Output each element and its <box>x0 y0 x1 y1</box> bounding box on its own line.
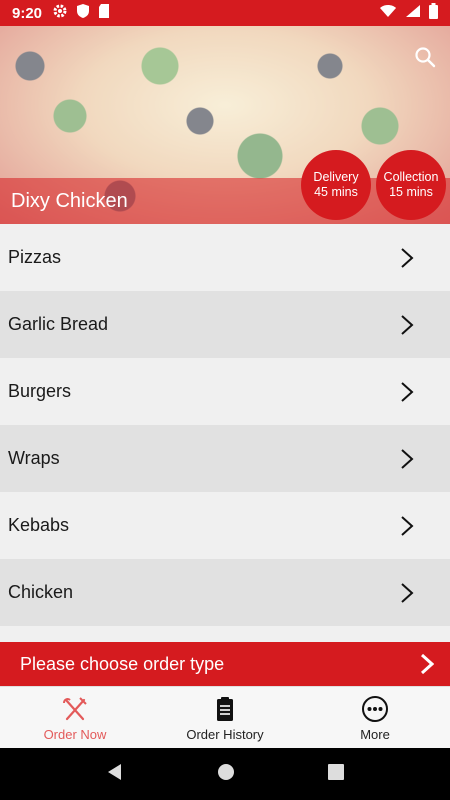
bottom-nav: Order Now Order History More <box>0 686 450 748</box>
delivery-badge[interactable]: Delivery 45 mins <box>301 150 371 220</box>
chevron-right-icon <box>401 247 414 268</box>
wifi-icon <box>379 4 397 22</box>
chevron-right-icon <box>401 582 414 603</box>
menu-item-pizzas[interactable]: Pizzas <box>0 224 450 291</box>
search-icon[interactable] <box>414 46 436 68</box>
back-icon[interactable] <box>106 763 124 786</box>
status-bar: 9:20 <box>0 0 450 26</box>
menu-item-label: Garlic Bread <box>8 314 109 334</box>
menu-item-chicken[interactable]: Chicken <box>0 559 450 626</box>
menu-item-kebabs[interactable]: Kebabs <box>0 492 450 559</box>
restaurant-name: Dixy Chicken <box>11 190 128 212</box>
shield-icon <box>76 3 90 23</box>
nav-label: Order Now <box>43 727 107 742</box>
nav-more[interactable]: More <box>300 687 450 748</box>
recents-icon[interactable] <box>327 763 344 785</box>
nav-order-history[interactable]: Order History <box>150 687 300 748</box>
menu-item-garlic-bread[interactable]: Garlic Bread <box>0 291 450 358</box>
delivery-time: 45 mins <box>314 185 358 199</box>
home-icon[interactable] <box>217 763 235 786</box>
battery-icon <box>429 3 438 23</box>
sd-card-icon <box>98 3 110 23</box>
nav-label: More <box>360 727 390 742</box>
chevron-right-icon <box>420 653 434 675</box>
nav-order-now[interactable]: Order Now <box>0 687 150 748</box>
chevron-right-icon <box>401 448 414 469</box>
chevron-right-icon <box>401 515 414 536</box>
menu-item-label: Wraps <box>8 448 60 468</box>
fork-knife-icon <box>63 697 87 721</box>
menu-item-label: Pizzas <box>8 247 62 267</box>
menu-item-partial <box>0 626 450 642</box>
chevron-right-icon <box>401 381 414 402</box>
menu-item-label: Kebabs <box>8 515 70 535</box>
collection-label: Collection <box>383 170 439 184</box>
nav-label: Order History <box>186 727 264 742</box>
settings-icon <box>52 3 68 23</box>
signal-icon <box>405 4 421 22</box>
chevron-right-icon <box>401 314 414 335</box>
choose-order-type-button[interactable]: Please choose order type <box>0 642 450 686</box>
more-dots-icon <box>362 696 388 722</box>
collection-time: 15 mins <box>389 185 433 199</box>
order-type-label: Please choose order type <box>20 653 225 674</box>
menu-item-label: Chicken <box>8 582 74 602</box>
status-time: 9:20 <box>12 4 43 22</box>
system-nav-bar <box>0 748 450 800</box>
menu-item-burgers[interactable]: Burgers <box>0 358 450 425</box>
menu-item-label: Burgers <box>8 381 72 401</box>
menu-item-wraps[interactable]: Wraps <box>0 425 450 492</box>
clipboard-icon <box>217 697 233 721</box>
delivery-label: Delivery <box>313 170 359 184</box>
collection-badge[interactable]: Collection 15 mins <box>376 150 446 220</box>
menu-category-list: Pizzas Garlic Bread Burgers Wraps Kebabs… <box>0 224 450 642</box>
